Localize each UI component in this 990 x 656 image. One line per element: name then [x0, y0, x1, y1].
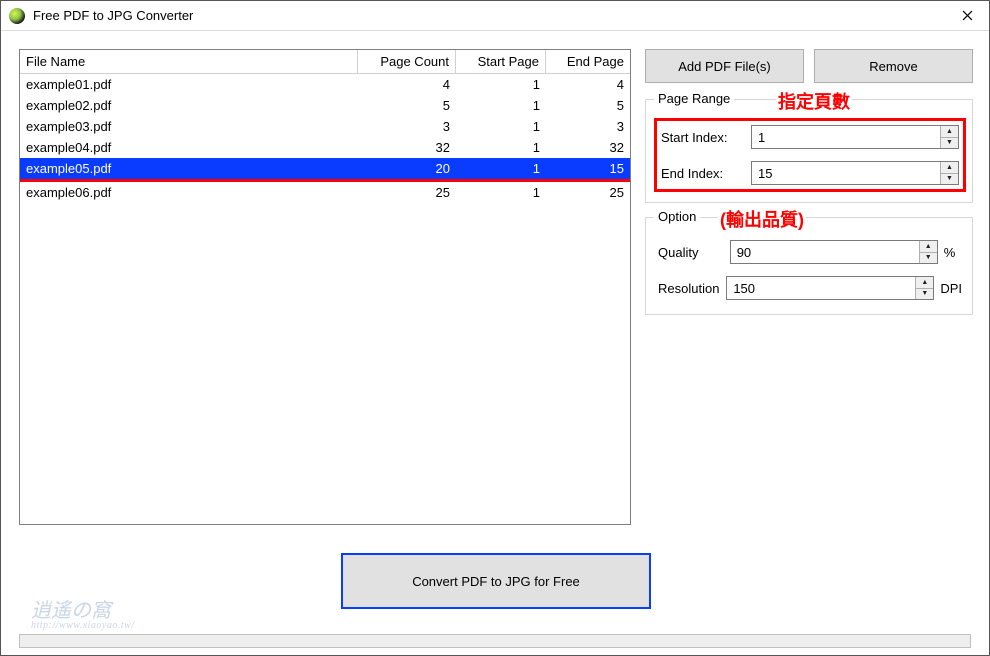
table-row[interactable]: example06.pdf25125 — [20, 182, 630, 203]
app-icon — [9, 8, 25, 24]
file-list[interactable]: File Name Page Count Start Page End Page… — [19, 49, 631, 525]
annotation-redbox: Start Index: ▲ ▼ End Index: — [654, 118, 966, 192]
option-title: Option — [654, 209, 700, 224]
column-header-startpage[interactable]: Start Page — [456, 50, 546, 73]
resolution-label: Resolution — [658, 281, 726, 296]
file-list-body: example01.pdf414example02.pdf515example0… — [20, 74, 630, 524]
resolution-up[interactable]: ▲ — [916, 277, 933, 289]
file-list-header: File Name Page Count Start Page End Page — [20, 50, 630, 74]
cell-endpage: 25 — [546, 185, 630, 200]
start-index-up[interactable]: ▲ — [941, 126, 958, 138]
quality-spinner[interactable]: ▲ ▼ — [730, 240, 938, 264]
quality-label: Quality — [658, 245, 730, 260]
progress-bar — [19, 634, 971, 648]
option-group: Option (輸出品質) Quality ▲ ▼ % Resolution — [645, 217, 973, 315]
watermark-url: http://www.xiaoyao.tw/ — [31, 621, 135, 631]
cell-endpage: 4 — [546, 77, 630, 92]
resolution-spinner[interactable]: ▲ ▼ — [726, 276, 934, 300]
cell-pagecount: 3 — [358, 119, 456, 134]
cell-pagecount: 25 — [358, 185, 456, 200]
watermark: 逍遙の窩 http://www.xiaoyao.tw/ — [31, 601, 135, 631]
end-index-up[interactable]: ▲ — [941, 162, 958, 174]
column-header-pagecount[interactable]: Page Count — [358, 50, 456, 73]
table-row[interactable]: example04.pdf32132 — [20, 137, 630, 158]
cell-filename: example06.pdf — [20, 185, 358, 200]
page-range-group: Page Range 指定頁數 Start Index: ▲ ▼ — [645, 99, 973, 203]
remove-button[interactable]: Remove — [814, 49, 973, 83]
cell-pagecount: 4 — [358, 77, 456, 92]
watermark-text: 逍遙の窩 — [31, 601, 135, 621]
end-index-label: End Index: — [661, 166, 751, 181]
cell-filename: example04.pdf — [20, 140, 358, 155]
close-icon — [962, 10, 973, 21]
cell-endpage: 3 — [546, 119, 630, 134]
window-title: Free PDF to JPG Converter — [33, 8, 945, 23]
resolution-input[interactable] — [727, 277, 915, 299]
end-index-input[interactable] — [752, 162, 940, 184]
table-row[interactable]: example02.pdf515 — [20, 95, 630, 116]
titlebar: Free PDF to JPG Converter — [1, 1, 989, 31]
quality-unit: % — [938, 245, 962, 260]
page-range-title: Page Range — [654, 91, 734, 106]
end-index-spinner[interactable]: ▲ ▼ — [751, 161, 959, 185]
cell-pagecount: 32 — [358, 140, 456, 155]
table-row[interactable]: example05.pdf20115 — [20, 158, 630, 182]
cell-startpage: 1 — [456, 161, 546, 176]
close-button[interactable] — [945, 2, 989, 30]
cell-endpage: 5 — [546, 98, 630, 113]
cell-startpage: 1 — [456, 185, 546, 200]
resolution-unit: DPI — [934, 281, 962, 296]
cell-startpage: 1 — [456, 77, 546, 92]
convert-button[interactable]: Convert PDF to JPG for Free — [341, 553, 651, 609]
quality-input[interactable] — [731, 241, 919, 263]
cell-pagecount: 20 — [358, 161, 456, 176]
right-panel: Add PDF File(s) Remove Page Range 指定頁數 S… — [645, 49, 973, 525]
resolution-down[interactable]: ▼ — [916, 289, 933, 300]
table-row[interactable]: example01.pdf414 — [20, 74, 630, 95]
cell-filename: example05.pdf — [20, 161, 358, 176]
end-index-down[interactable]: ▼ — [941, 174, 958, 185]
annotation-option: (輸出品質) — [718, 206, 806, 232]
cell-filename: example03.pdf — [20, 119, 358, 134]
cell-pagecount: 5 — [358, 98, 456, 113]
column-header-endpage[interactable]: End Page — [546, 50, 630, 73]
start-index-down[interactable]: ▼ — [941, 138, 958, 149]
start-index-spinner[interactable]: ▲ ▼ — [751, 125, 959, 149]
cell-endpage: 32 — [546, 140, 630, 155]
cell-filename: example02.pdf — [20, 98, 358, 113]
cell-filename: example01.pdf — [20, 77, 358, 92]
start-index-label: Start Index: — [661, 130, 751, 145]
start-index-input[interactable] — [752, 126, 940, 148]
quality-up[interactable]: ▲ — [920, 241, 937, 253]
column-header-filename[interactable]: File Name — [20, 50, 358, 73]
cell-startpage: 1 — [456, 98, 546, 113]
quality-down[interactable]: ▼ — [920, 253, 937, 264]
cell-startpage: 1 — [456, 119, 546, 134]
annotation-page-range: 指定頁數 — [776, 88, 852, 114]
add-pdf-button[interactable]: Add PDF File(s) — [645, 49, 804, 83]
cell-endpage: 15 — [546, 161, 630, 176]
table-row[interactable]: example03.pdf313 — [20, 116, 630, 137]
cell-startpage: 1 — [456, 140, 546, 155]
